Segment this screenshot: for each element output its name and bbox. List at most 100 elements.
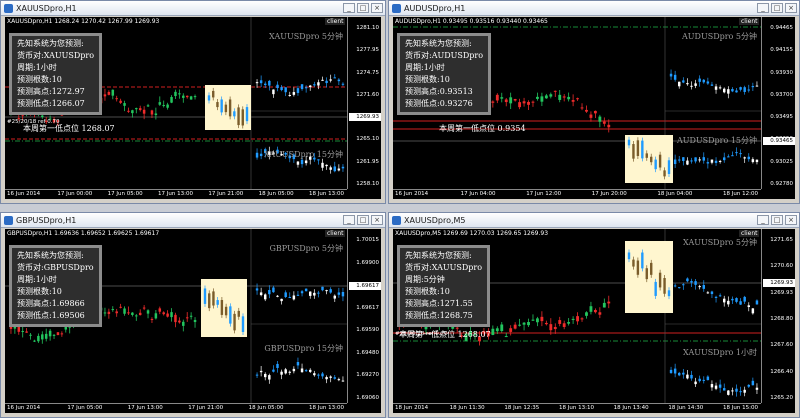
main-candle xyxy=(178,317,181,324)
price-tick-label: 1.69590 xyxy=(356,327,379,334)
prediction-candle xyxy=(228,96,232,120)
sub-top-mini-candle xyxy=(333,74,336,79)
close-icon[interactable]: × xyxy=(371,3,383,13)
time-tick-label: 17 Jun 00:00 xyxy=(57,191,93,197)
price-chart[interactable]: XAUUSDpro,M5 1269.69 1270.03 1269.65 126… xyxy=(393,229,795,413)
maximize-icon[interactable]: □ xyxy=(771,215,783,225)
prediction-candle xyxy=(229,303,232,327)
price-axis[interactable]: 1281.101277.951274.751271.601268.001265.… xyxy=(347,17,381,189)
prediction-info-line: 周期:1小时 xyxy=(17,275,57,284)
sub-bottom-mini-candle xyxy=(735,147,738,156)
sub-top-mini-candle xyxy=(678,287,681,289)
time-tick-label: 18 Jun 2014 xyxy=(395,405,429,411)
sub-bottom-mini-candle xyxy=(673,363,677,378)
prediction-candle xyxy=(241,106,244,129)
main-candle xyxy=(56,332,60,336)
sub-bottom-mini-candle xyxy=(718,379,722,393)
sub-chart-label-bottom: XAUUSDpro 1小时 xyxy=(683,348,757,357)
price-chart[interactable]: XAUUSDpro,H1 1268.24 1270.42 1267.99 126… xyxy=(5,17,381,199)
price-chart[interactable]: GBPUSDpro,H1 1.69636 1.69652 1.69625 1.6… xyxy=(5,229,381,413)
prediction-candle xyxy=(237,307,240,320)
time-axis[interactable]: 16 Jun 2014 17 Jun 00:00 17 Jun 05:00 17 Ju… xyxy=(5,189,347,199)
close-icon[interactable]: × xyxy=(785,215,797,225)
maximize-icon[interactable]: □ xyxy=(357,215,369,225)
sub-chart-label-bottom: GBPUSDpro 15分钟 xyxy=(264,344,343,353)
minimize-icon[interactable]: _ xyxy=(343,215,355,225)
main-candle xyxy=(103,307,107,317)
price-tick-label: 1.69900 xyxy=(356,259,379,266)
window-titlebar[interactable]: AUDUSDpro,H1 _ □ × xyxy=(389,1,799,16)
main-candle xyxy=(562,94,566,102)
maximize-icon[interactable]: □ xyxy=(357,3,369,13)
prediction-candle xyxy=(245,104,249,125)
time-axis[interactable]: 16 Jun 2014 17 Jun 04:00 17 Jun 12:00 17 Ju… xyxy=(393,189,761,199)
main-candle xyxy=(593,308,597,314)
sub-top-mini-candle xyxy=(255,283,259,295)
sub-top-mini-candle xyxy=(276,295,279,298)
sub-top-mini-candle xyxy=(690,81,693,90)
main-candle xyxy=(123,306,126,316)
maximize-icon[interactable]: □ xyxy=(771,3,783,13)
sub-top-mini-candle xyxy=(669,69,673,80)
window-titlebar[interactable]: XAUUSDpro,M5 _ □ × xyxy=(389,213,799,228)
prediction-candle xyxy=(207,92,211,104)
main-candle xyxy=(166,102,169,110)
price-axis[interactable]: 1.700151.699001.698001.696171.695901.694… xyxy=(347,229,381,403)
minimize-icon[interactable]: _ xyxy=(757,3,769,13)
sub-top-mini-candle xyxy=(678,81,681,89)
close-icon[interactable]: × xyxy=(785,3,797,13)
price-tick-label: 0.93930 xyxy=(770,69,793,76)
minimize-icon[interactable]: _ xyxy=(343,3,355,13)
price-axis[interactable]: 0.944650.941550.939300.937000.934950.932… xyxy=(761,17,795,189)
sub-bottom-mini-candle xyxy=(333,161,336,173)
main-candle xyxy=(111,306,115,312)
sub-top-mini-candle xyxy=(280,85,283,92)
price-axis[interactable]: 1271.65 1270.60 1269.93 1268.80 1267.60 1266.… xyxy=(761,229,795,403)
main-candle xyxy=(509,92,513,110)
chart-window-xau-m5[interactable]: XAUUSDpro,M5 _ □ × XAUUSDpro,M5 1269.69 1270… xyxy=(388,212,800,418)
time-tick-label: 18 Jun 15:00 xyxy=(723,405,758,411)
sub-bottom-mini-candle xyxy=(739,149,742,158)
prediction-candle xyxy=(212,87,215,101)
prediction-candle xyxy=(241,313,245,335)
main-candle xyxy=(536,92,539,101)
sub-top-mini-candle xyxy=(714,295,718,303)
window-titlebar[interactable]: XAUUSDpro,H1 _ □ × xyxy=(1,1,385,16)
close-icon[interactable]: × xyxy=(371,215,383,225)
current-price-tag: 1.69617 xyxy=(349,282,381,290)
sub-bottom-mini-candle xyxy=(300,363,304,373)
main-candle xyxy=(154,107,158,120)
sub-chart-label-top: XAUUSDpro 5分钟 xyxy=(269,32,343,41)
prediction-candle xyxy=(636,137,640,159)
main-candle xyxy=(540,92,544,107)
main-candle xyxy=(518,98,522,110)
main-candle xyxy=(146,309,150,319)
current-price-tag: 1269.93 xyxy=(763,279,795,287)
sub-bottom-mini-candle xyxy=(743,386,746,397)
sub-top-mini-candle xyxy=(706,77,710,85)
chart-window-gbp-h1[interactable]: GBPUSDpro,H1 _ □ × GBPUSDpro,H1 1.69636 1.69… xyxy=(0,212,386,418)
symbol-quote: AUDUSDpro,H1 0.93495 0.93516 0.93440 0.9… xyxy=(395,18,548,25)
sub-chart-label-bottom: XAUUSDpro 15分钟 xyxy=(263,150,343,159)
main-candle xyxy=(33,339,36,343)
main-candle xyxy=(41,331,44,344)
price-chart[interactable]: AUDUSDpro,H1 0.93495 0.93516 0.93440 0.9… xyxy=(393,17,795,199)
sub-top-mini-candle xyxy=(296,291,300,296)
main-candle xyxy=(115,95,118,102)
prediction-candle xyxy=(203,285,207,307)
minimize-icon[interactable]: _ xyxy=(757,215,769,225)
prediction-candle xyxy=(645,150,648,161)
sub-top-mini-candle xyxy=(723,295,726,307)
chart-window-aud-h1[interactable]: AUDUSDpro,H1 _ □ × AUDUSDpro,H1 0.93495 0.93… xyxy=(388,0,800,204)
sub-bottom-mini-candle xyxy=(690,157,693,164)
time-axis[interactable]: 16 Jun 2014 17 Jun 05:00 17 Jun 13:00 17 Ju… xyxy=(5,403,347,413)
prediction-info-line: 货币对:XAUUSDpro xyxy=(405,263,483,272)
main-candle xyxy=(158,96,162,106)
window-titlebar[interactable]: GBPUSDpro,H1 _ □ × xyxy=(1,213,385,228)
time-axis[interactable]: 18 Jun 2014 18 Jun 11:30 18 Jun 12:35 18 Ju… xyxy=(393,403,761,413)
sub-top-mini-candle xyxy=(727,296,730,307)
sub-bottom-mini-candle xyxy=(333,375,336,380)
prediction-info-line: 预测根数:10 xyxy=(405,75,450,84)
chart-window-xau-h1[interactable]: XAUUSDpro,H1 _ □ × XAUUSDpro,H1 1268.24 1270… xyxy=(0,0,386,204)
main-candle xyxy=(29,333,32,340)
